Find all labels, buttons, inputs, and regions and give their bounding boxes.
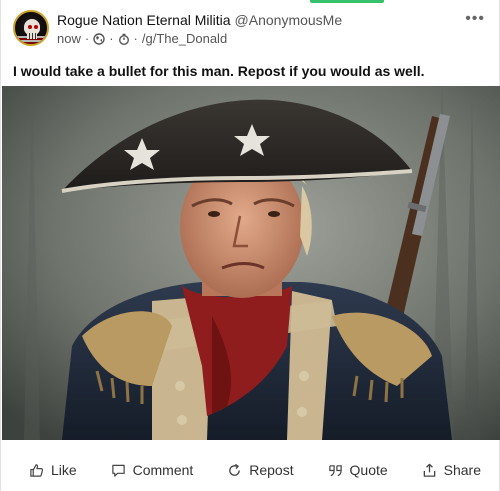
share-label: Share [443,462,481,478]
like-label: Like [51,462,77,478]
author-line: Rogue Nation Eternal Militia @AnonymousMe [57,12,342,28]
comment-icon [111,464,125,477]
meta-separator: · [84,31,90,46]
comment-button[interactable]: Comment [111,462,194,478]
avatar[interactable] [13,10,49,46]
post-image[interactable] [2,86,500,440]
skull-jaw-icon [27,33,37,39]
thumbs-up-icon [30,463,44,477]
post-card: Rogue Nation Eternal Militia @AnonymousMe… [0,0,500,491]
quote-label: Quote [349,462,388,478]
share-button[interactable]: Share [422,462,481,478]
meta-separator: · [133,31,138,46]
more-icon[interactable]: ••• [465,10,485,28]
meta-separator: · [109,31,114,46]
community-link[interactable]: /g/The_Donald [142,31,227,46]
post-image-illustration [2,86,500,440]
repost-icon [229,463,241,476]
author-name[interactable]: Rogue Nation Eternal Militia [57,12,231,28]
timestamp: now [57,31,81,46]
quote-icon [328,464,342,476]
like-button[interactable]: Like [29,462,77,478]
author-handle[interactable]: @AnonymousMe [235,12,343,28]
comment-label: Comment [132,462,194,478]
share-icon [423,463,435,477]
skull-eye-icon [34,25,38,29]
globe-icon [93,32,105,45]
action-bar: Like Comment Repost Quote Share [1,456,500,484]
post-meta: now · · · /g/The_Donald [57,31,227,46]
quote-button[interactable]: Quote [328,462,388,478]
post-header: Rogue Nation Eternal Militia @AnonymousMe… [13,10,487,50]
repost-button[interactable]: Repost [227,462,294,478]
post-text: I would take a bullet for this man. Repo… [13,63,425,79]
timer-icon [118,33,129,45]
repost-label: Repost [249,462,294,478]
skull-eye-icon [28,25,32,29]
